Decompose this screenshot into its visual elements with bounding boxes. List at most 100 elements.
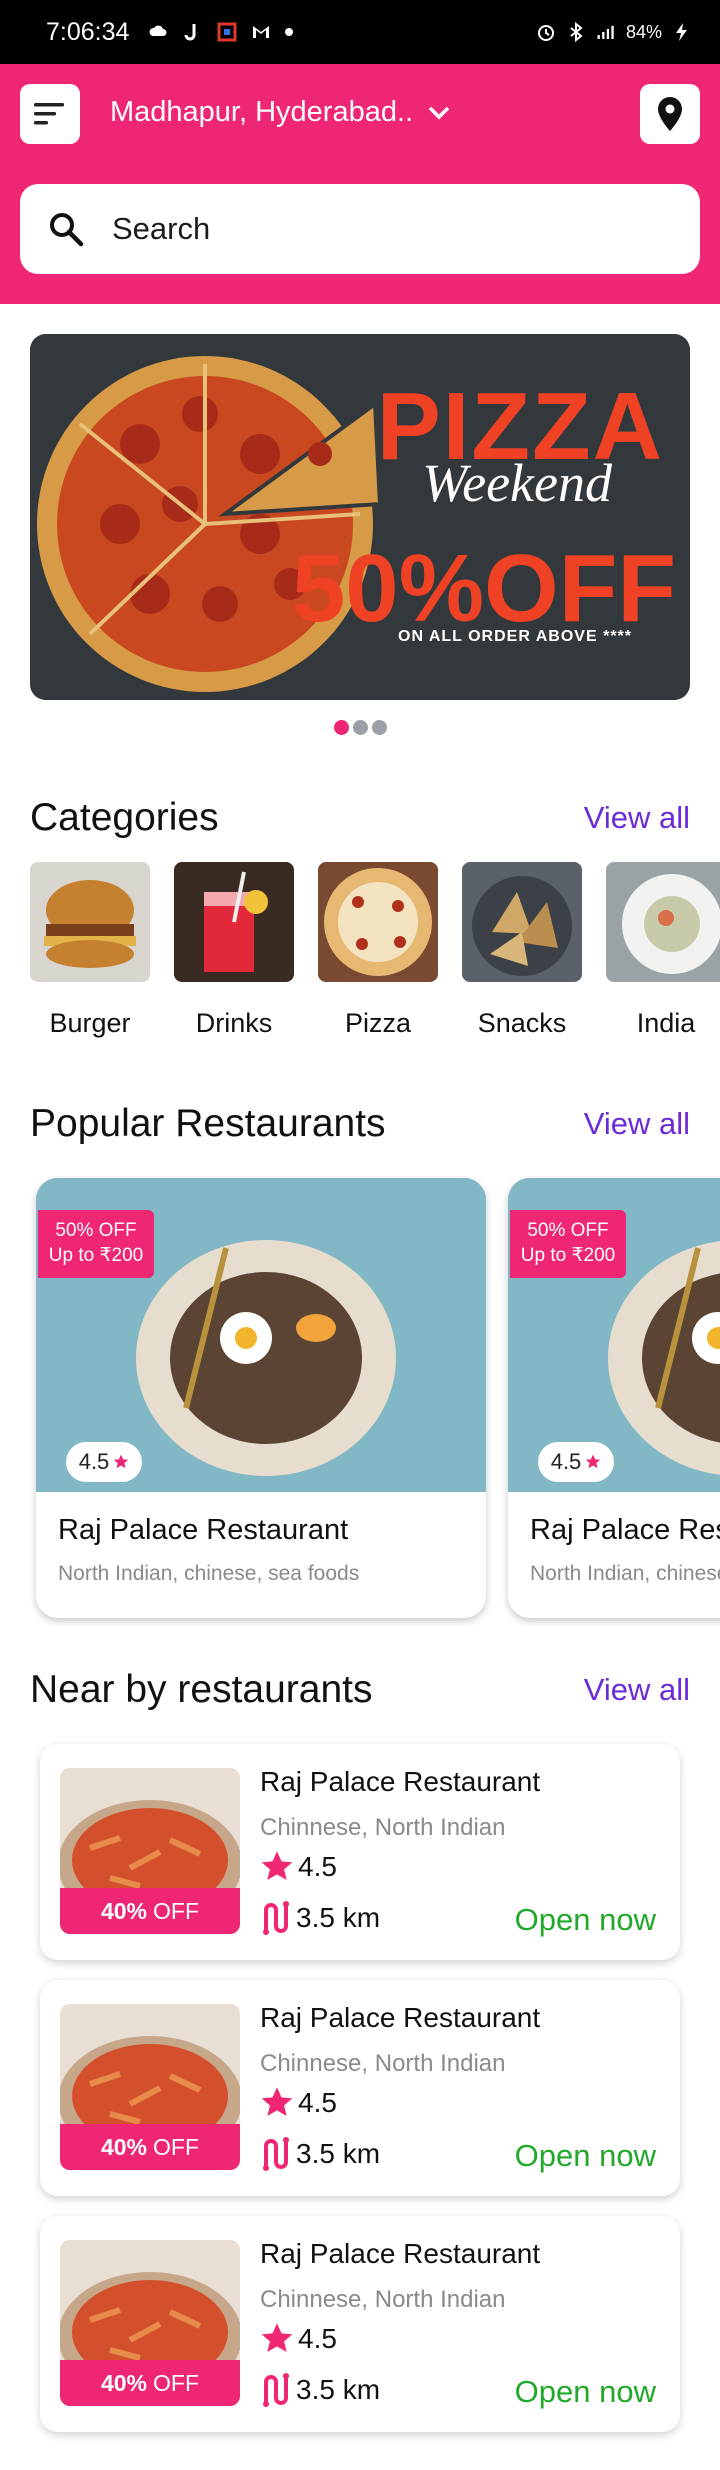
notification-icons (149, 22, 294, 42)
restaurant-image: 50% OFF Up to ₹200 4.5 (36, 1178, 486, 1492)
rating-value: 4.5 (298, 2087, 337, 2118)
open-status: Open now (514, 2138, 656, 2173)
restaurant-cuisine: North Indian, chinese, sea foods (58, 1562, 360, 1585)
open-status: Open now (514, 1902, 656, 1937)
route-icon (263, 2373, 289, 2407)
star-icon (261, 2323, 293, 2353)
rating-value: 4.5 (78, 1449, 110, 1474)
categories-header: Categories View all (30, 796, 690, 840)
category-label: Burger (49, 1008, 131, 1038)
alarm-icon (537, 25, 554, 41)
signal-icon (597, 25, 614, 39)
nearby-title: Near by restaurants (30, 1668, 373, 1711)
battery-percent: 84% (625, 21, 662, 42)
location-pin-icon (658, 97, 682, 131)
carousel-dot[interactable] (333, 720, 349, 735)
rating-row: 4.5 (260, 2086, 337, 2120)
gmail-icon (253, 26, 270, 38)
offer-percent: 40% (100, 1897, 148, 1924)
categories-view-all-link[interactable]: View all (584, 800, 690, 836)
restaurant-cuisine: Chinnese, North Indian (260, 2050, 506, 2077)
rating-value: 4.5 (298, 1851, 337, 1882)
burger-image (30, 862, 150, 982)
cloud-icon (149, 25, 167, 36)
distance-row: 3.5 km (260, 2136, 380, 2172)
route-icon (263, 2137, 289, 2171)
distance-row: 3.5 km (260, 2372, 380, 2408)
rating-value: 4.5 (298, 2323, 337, 2354)
popular-header: Popular Restaurants View all (30, 1102, 690, 1146)
offer-label: OFF (153, 2369, 200, 2396)
nearby-restaurant-card[interactable]: 40% OFF Raj Palace Restaurant Chinnese, N… (40, 1980, 680, 2196)
bluetooth-icon (570, 22, 583, 42)
promo-banner[interactable]: PIZZA Weekend 50%OFF ON ALL ORDER ABOVE … (30, 334, 690, 700)
location-selector[interactable]: Madhapur, Hyderabad.. (110, 96, 451, 129)
j-icon (184, 24, 196, 41)
banner-note: ON ALL ORDER ABOVE **** (398, 628, 632, 645)
categories-title: Categories (30, 796, 219, 839)
distance-value: 3.5 km (296, 2374, 381, 2405)
category-burger[interactable]: Burger (30, 862, 150, 1042)
rating-badge: 4.5 (538, 1442, 614, 1482)
status-bar: 7:06:34 84% (0, 0, 720, 64)
offer-strip: 40% OFF (60, 2360, 240, 2406)
offer-line1: 50% OFF (527, 1220, 609, 1241)
restaurant-name: Raj Palace Restaurant (530, 1514, 720, 1546)
popular-list: 50% OFF Up to ₹200 4.5 Raj Palace Restau… (30, 1176, 720, 1626)
menu-icon (34, 103, 64, 125)
offer-badge: 50% OFF Up to ₹200 (38, 1210, 154, 1278)
offer-strip: 40% OFF (60, 2124, 240, 2170)
popular-view-all-link[interactable]: View all (584, 1106, 690, 1142)
distance-row: 3.5 km (260, 1900, 380, 1936)
offer-label: OFF (153, 2133, 200, 2160)
category-label: Drinks (195, 1008, 273, 1038)
category-pizza[interactable]: Pizza (318, 862, 438, 1042)
offer-line2: Up to ₹200 (48, 1245, 144, 1266)
search-input[interactable]: Search (20, 184, 700, 274)
restaurant-card[interactable]: 50% OFF Up to ₹200 4.5 Raj Palace Restau… (36, 1178, 486, 1618)
distance-value: 3.5 km (296, 2138, 381, 2169)
popular-title: Popular Restaurants (30, 1102, 386, 1145)
offer-line1: 50% OFF (55, 1220, 137, 1241)
more-dot-icon (285, 28, 294, 36)
nearby-restaurant-card[interactable]: 40% OFF Raj Palace Restaurant Chinnese, N… (40, 2216, 680, 2432)
nearby-header: Near by restaurants View all (30, 1668, 690, 1712)
offer-strip: 40% OFF (60, 1888, 240, 1934)
category-label: India (636, 1008, 696, 1038)
restaurant-cuisine: Chinnese, North Indian (260, 1814, 506, 1841)
rating-value: 4.5 (550, 1449, 582, 1474)
category-label: Snacks (477, 1008, 567, 1038)
star-icon (261, 1851, 293, 1881)
snacks-image (462, 862, 582, 982)
category-indian[interactable]: India (606, 862, 720, 1042)
menu-button[interactable] (20, 84, 80, 144)
star-icon (114, 1454, 129, 1469)
restaurant-card[interactable]: 50% OFF Up to ₹200 4.5 Raj Palace Restau… (508, 1178, 720, 1618)
category-drinks[interactable]: Drinks (174, 862, 294, 1042)
header: Madhapur, Hyderabad.. Search (0, 64, 720, 304)
carousel-dot[interactable] (371, 720, 387, 735)
route-icon (263, 1901, 289, 1935)
status-right: 84% (536, 22, 692, 43)
open-status: Open now (514, 2374, 656, 2409)
nearby-view-all-link[interactable]: View all (584, 1672, 690, 1708)
distance-value: 3.5 km (296, 1902, 381, 1933)
star-icon (261, 2087, 293, 2117)
indian-image (606, 862, 720, 982)
pasta-image: 40% OFF (60, 2004, 240, 2170)
nearby-restaurant-card[interactable]: 40% OFF Raj Palace Restaurant Chinnese, N… (40, 1744, 680, 1960)
status-time: 7:06:34 (46, 17, 130, 46)
location-button[interactable] (640, 84, 700, 144)
pasta-image: 40% OFF (60, 1768, 240, 1934)
restaurant-name: Raj Palace Restaurant (260, 2002, 541, 2033)
offer-label: OFF (153, 1897, 200, 1924)
carousel-dot[interactable] (352, 720, 368, 735)
charging-icon (676, 23, 687, 41)
app-icon (217, 22, 237, 42)
carousel-indicator (0, 720, 720, 735)
restaurant-name: Raj Palace Restaurant (260, 2238, 541, 2269)
category-snacks[interactable]: Snacks (462, 862, 582, 1042)
search-icon (50, 213, 84, 247)
offer-percent: 40% (100, 2369, 148, 2396)
category-label: Pizza (344, 1008, 412, 1038)
